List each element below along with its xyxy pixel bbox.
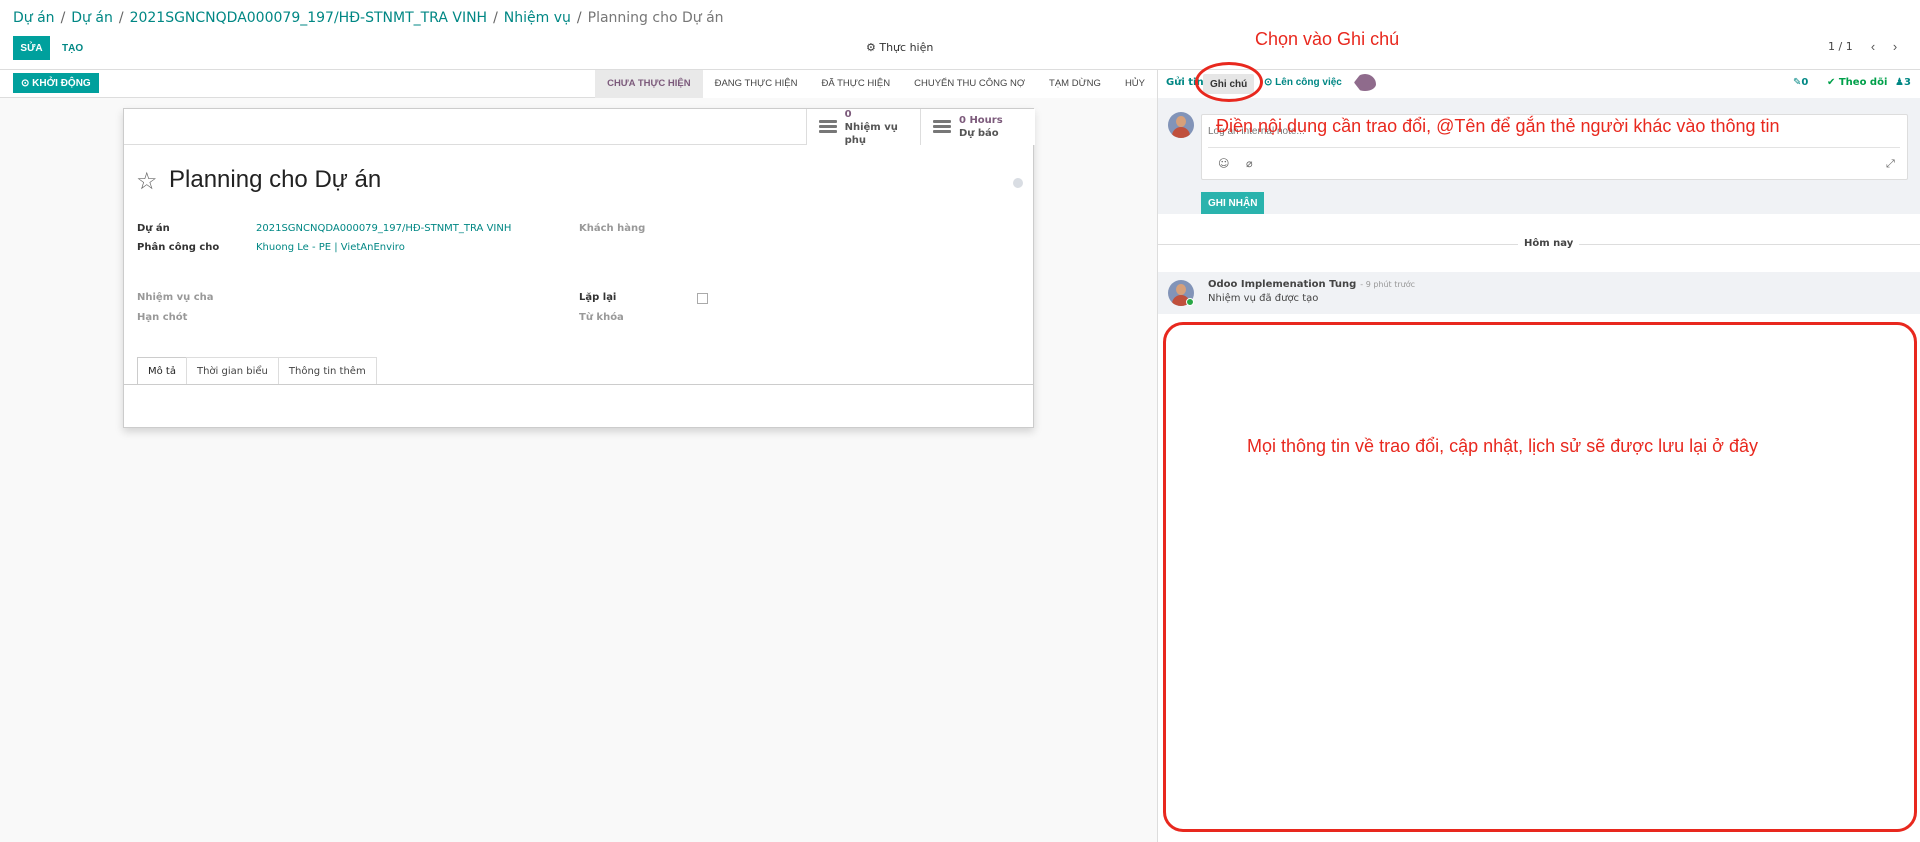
stage-done[interactable]: ĐÃ THỰC HIỆN [809,70,903,98]
annotation-fill-content: Điền nội dung cần trao đổi, @Tên để gắn … [1216,116,1780,136]
subtasks-count: 0 [844,108,852,120]
message-time: - 9 phút trước [1360,280,1416,289]
emoji-icon[interactable]: ☺ [1218,157,1229,170]
schedule-activity-button[interactable]: ⊙ Lên công việc [1264,77,1342,88]
forecast-icon [933,120,951,134]
list-item: Odoo Implemenation Tung - 9 phút trước Nh… [1158,272,1920,314]
annotation-circle-log-note [1195,62,1263,102]
tab-extra-info[interactable]: Thông tin thêm [277,357,377,384]
stage-pipeline: CHƯA THỰC HIỆN ĐANG THỰC HIỆN ĐÃ THỰC HI… [595,70,1157,98]
forecast-value: 0 Hours [959,115,1003,126]
task-title[interactable]: Planning cho Dự án [169,166,381,194]
avatar [1168,112,1194,138]
subtasks-label: Nhiệm vụ phụ [844,121,898,146]
star-icon[interactable]: ☆ [136,167,158,195]
stage-debt-transfer[interactable]: CHUYỂN THU CÔNG NỢ [902,70,1038,98]
stage-in-progress[interactable]: ĐANG THỰC HIỆN [702,70,810,98]
edit-button[interactable]: SỬA [13,36,50,60]
deadline-label: Hạn chót [137,312,188,323]
project-value[interactable]: 2021SGNCNQDA000079_197/HĐ-STNMT_TRA VINH [256,223,511,234]
status-bar: ⊙ KHỞI ĐỘNG CHƯA THỰC HIỆN ĐANG THỰC HIỆ… [0,70,1157,98]
stage-paused[interactable]: TẠM DỪNG [1037,70,1113,98]
annotation-history-box [1163,322,1917,832]
expand-icon[interactable]: ⤢ [1886,157,1895,171]
annotation-history-info: Mọi thông tin về trao đổi, cập nhật, lịc… [1247,436,1759,456]
follow-button[interactable]: ✔ Theo dõi [1827,77,1887,88]
breadcrumb: Dự án / Dự án/2021SGNCNQDA000079_197/HĐ-ST… [13,10,724,26]
pager-next-icon[interactable]: › [1886,36,1904,56]
form-sheet: 0 Nhiệm vụ phụ 0 Hours Dự báo ☆ Planning… [123,108,1035,428]
date-separator: Hôm nay [1158,230,1920,260]
project-label: Dự án [137,223,170,234]
annotation-choose-note: Chọn vào Ghi chú [1255,29,1400,49]
tags-label: Từ khóa [579,312,624,323]
recurring-checkbox[interactable] [697,293,708,304]
breadcrumb-item-tasks[interactable]: Nhiệm vụ [504,10,571,26]
tab-timesheets[interactable]: Thời gian biểu [185,357,279,384]
create-button[interactable]: TẠO [54,36,91,60]
stat-button-box: 0 Nhiệm vụ phụ 0 Hours Dự báo [124,108,1035,146]
chatter-topbar: Gửi tin Ghi chú ⊙ Lên công việc ✎0 ✔ The… [1158,70,1920,98]
breadcrumb-item-project[interactable]: 2021SGNCNQDA000079_197/HĐ-STNMT_TRA VINH [130,10,488,26]
pager-value[interactable]: 1 / 1 [1828,40,1853,53]
assignee-value[interactable]: Khuong Le - PE | VietAnEnviro [256,242,405,253]
parent-task-label: Nhiệm vụ cha [137,292,214,303]
control-panel: Dự án / Dự án/2021SGNCNQDA000079_197/HĐ-ST… [0,0,1920,70]
customer-label: Khách hàng [579,223,646,234]
pager-prev-icon[interactable]: ‹ [1864,36,1882,56]
tag-icon [1354,74,1376,91]
stage-not-started[interactable]: CHƯA THỰC HIỆN [595,70,703,98]
tasks-icon [819,120,837,134]
message-author[interactable]: Odoo Implemenation Tung [1208,279,1356,290]
assignee-label: Phân công cho [137,242,220,253]
forecast-stat-button[interactable]: 0 Hours Dự báo [920,109,1035,145]
action-menu[interactable]: ⚙ Thực hiện [866,41,933,54]
today-label: Hôm nay [1518,238,1580,249]
message-body: Nhiệm vụ đã được tạo [1208,293,1319,304]
breadcrumb-item-projects-2[interactable]: Dự án [71,10,113,26]
breadcrumb-item-projects[interactable]: Dự án [13,10,55,26]
stage-cancelled[interactable]: HỦY [1112,70,1157,98]
attachment-icon[interactable]: ⌀ [1246,157,1253,170]
breadcrumb-current: Planning cho Dự án [587,10,724,26]
attachments-button[interactable]: ✎0 [1793,77,1808,88]
log-button[interactable]: GHI NHẬN [1201,192,1265,214]
recurring-label: Lặp lại [579,292,617,303]
online-status-icon [1186,298,1194,306]
kanban-state-icon[interactable] [1013,178,1023,188]
notebook-tabs: Mô tả Thời gian biểu Thông tin thêm [137,357,377,384]
followers-button[interactable]: ♟3 [1895,77,1911,88]
tab-description[interactable]: Mô tả [137,357,187,384]
user-icon: ♟ [1895,77,1904,88]
subtasks-stat-button[interactable]: 0 Nhiệm vụ phụ [806,108,921,146]
forecast-label: Dự báo [959,128,999,139]
start-button[interactable]: ⊙ KHỞI ĐỘNG [13,73,99,93]
